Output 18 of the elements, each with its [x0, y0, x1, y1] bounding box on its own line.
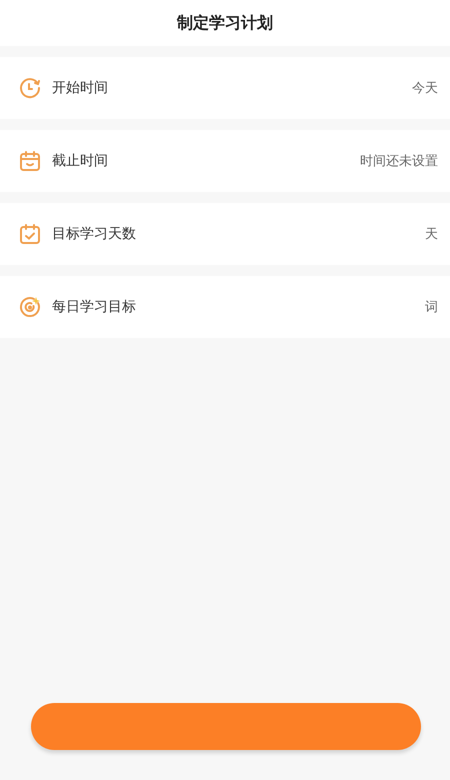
target-icon	[18, 295, 42, 319]
row-value: 今天	[412, 80, 438, 97]
page-title: 制定学习计划	[177, 12, 273, 34]
row-value: 时间还未设置	[360, 153, 438, 170]
row-value: 天	[425, 226, 438, 243]
row-label: 每日学习目标	[52, 298, 137, 316]
calendar-check-icon	[18, 222, 42, 246]
row-value: 词	[425, 299, 438, 316]
settings-row[interactable]: 开始时间 今天	[0, 57, 450, 119]
row-label: 开始时间	[52, 79, 109, 97]
row-label: 目标学习天数	[52, 225, 137, 243]
clock-icon	[18, 76, 42, 100]
row-label: 截止时间	[52, 152, 109, 170]
settings-row[interactable]: 每日学习目标 词	[0, 276, 450, 338]
calendar-icon	[18, 149, 42, 173]
action-button[interactable]	[31, 703, 421, 750]
settings-row[interactable]: 目标学习天数 天	[0, 203, 450, 265]
settings-row[interactable]: 截止时间 时间还未设置	[0, 130, 450, 192]
